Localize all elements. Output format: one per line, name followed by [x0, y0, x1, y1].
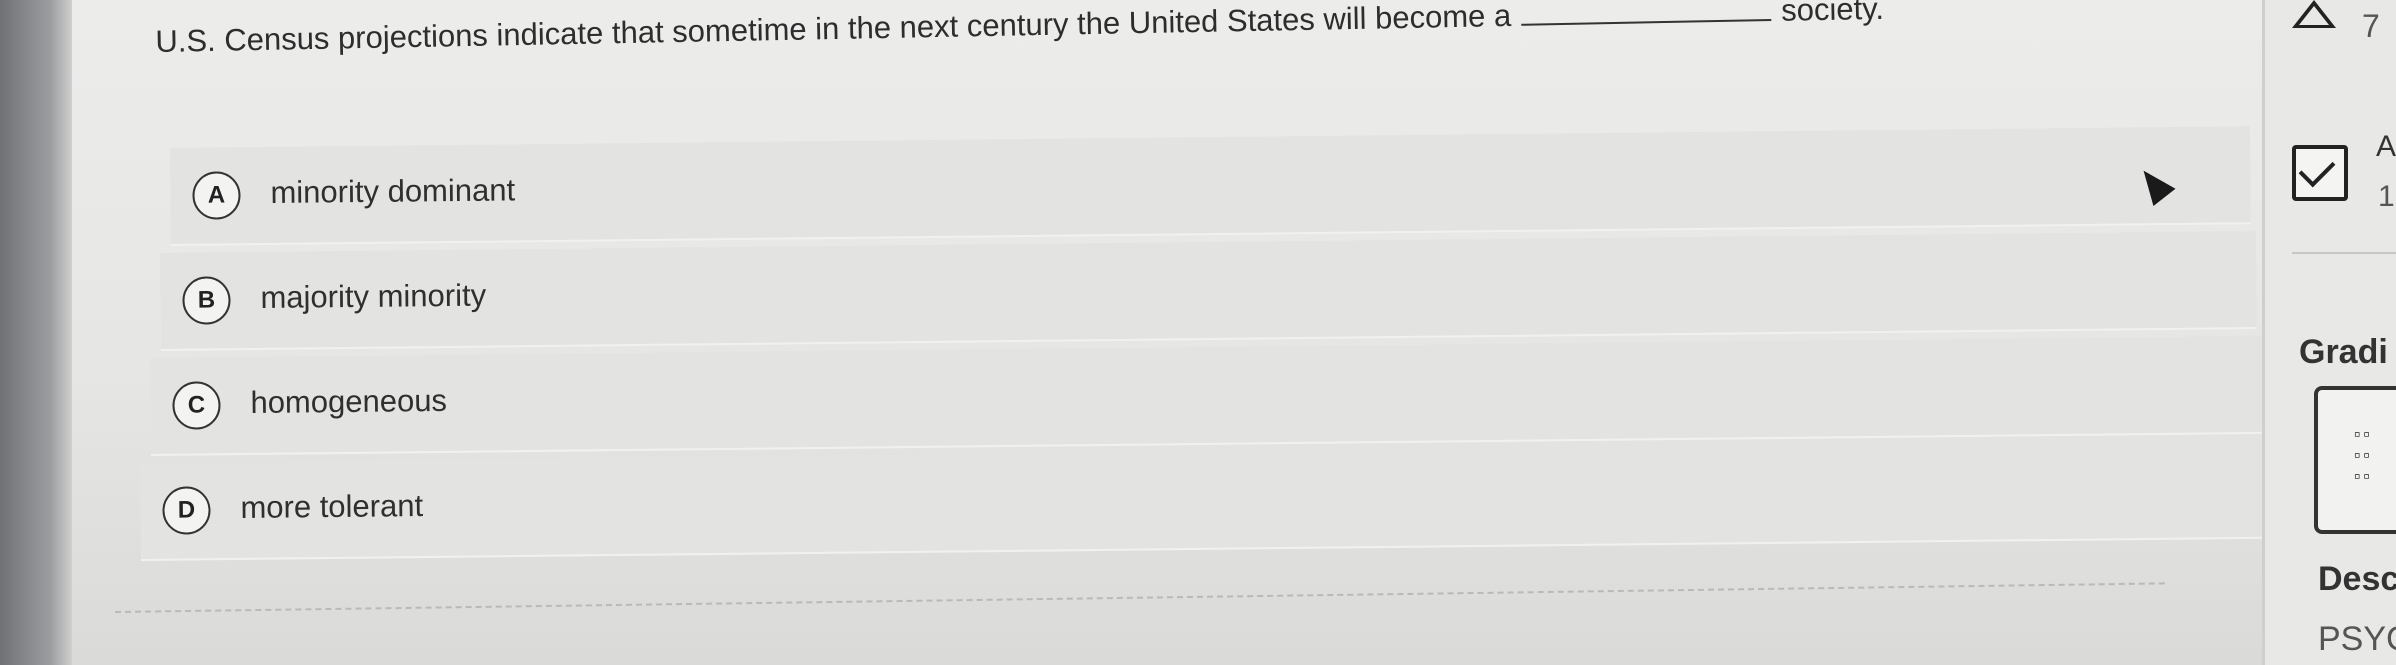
option-d-label: more tolerant — [240, 488, 424, 525]
option-b-letter: B — [182, 276, 231, 325]
grading-heading: Gradi — [2299, 333, 2388, 371]
calculator-keys: ▫▫ ▫▫ ▫▫ — [2354, 424, 2373, 486]
description-heading: Desc — [2318, 560, 2396, 598]
checkbox-checked-icon[interactable] — [2292, 145, 2348, 201]
question-text-after: society. — [1780, 0, 1885, 28]
triangle-warning-icon[interactable] — [2292, 0, 2336, 28]
question-blank — [1520, 0, 1772, 26]
sidebar-top-number: 7 — [2362, 8, 2380, 44]
option-a-label: minority dominant — [270, 172, 516, 210]
option-d-letter: D — [162, 486, 211, 535]
sidebar-check-sub: 1 — [2378, 180, 2395, 213]
option-c-label: homogeneous — [250, 382, 448, 420]
description-value: PSYC — [2318, 620, 2396, 658]
option-a-letter: A — [192, 171, 241, 220]
option-b-label: majority minority — [260, 277, 487, 315]
option-c-letter: C — [172, 381, 221, 430]
left-window-edge — [0, 0, 72, 665]
sidebar-divider — [2292, 252, 2396, 254]
sidebar-check-label: A — [2376, 130, 2396, 163]
